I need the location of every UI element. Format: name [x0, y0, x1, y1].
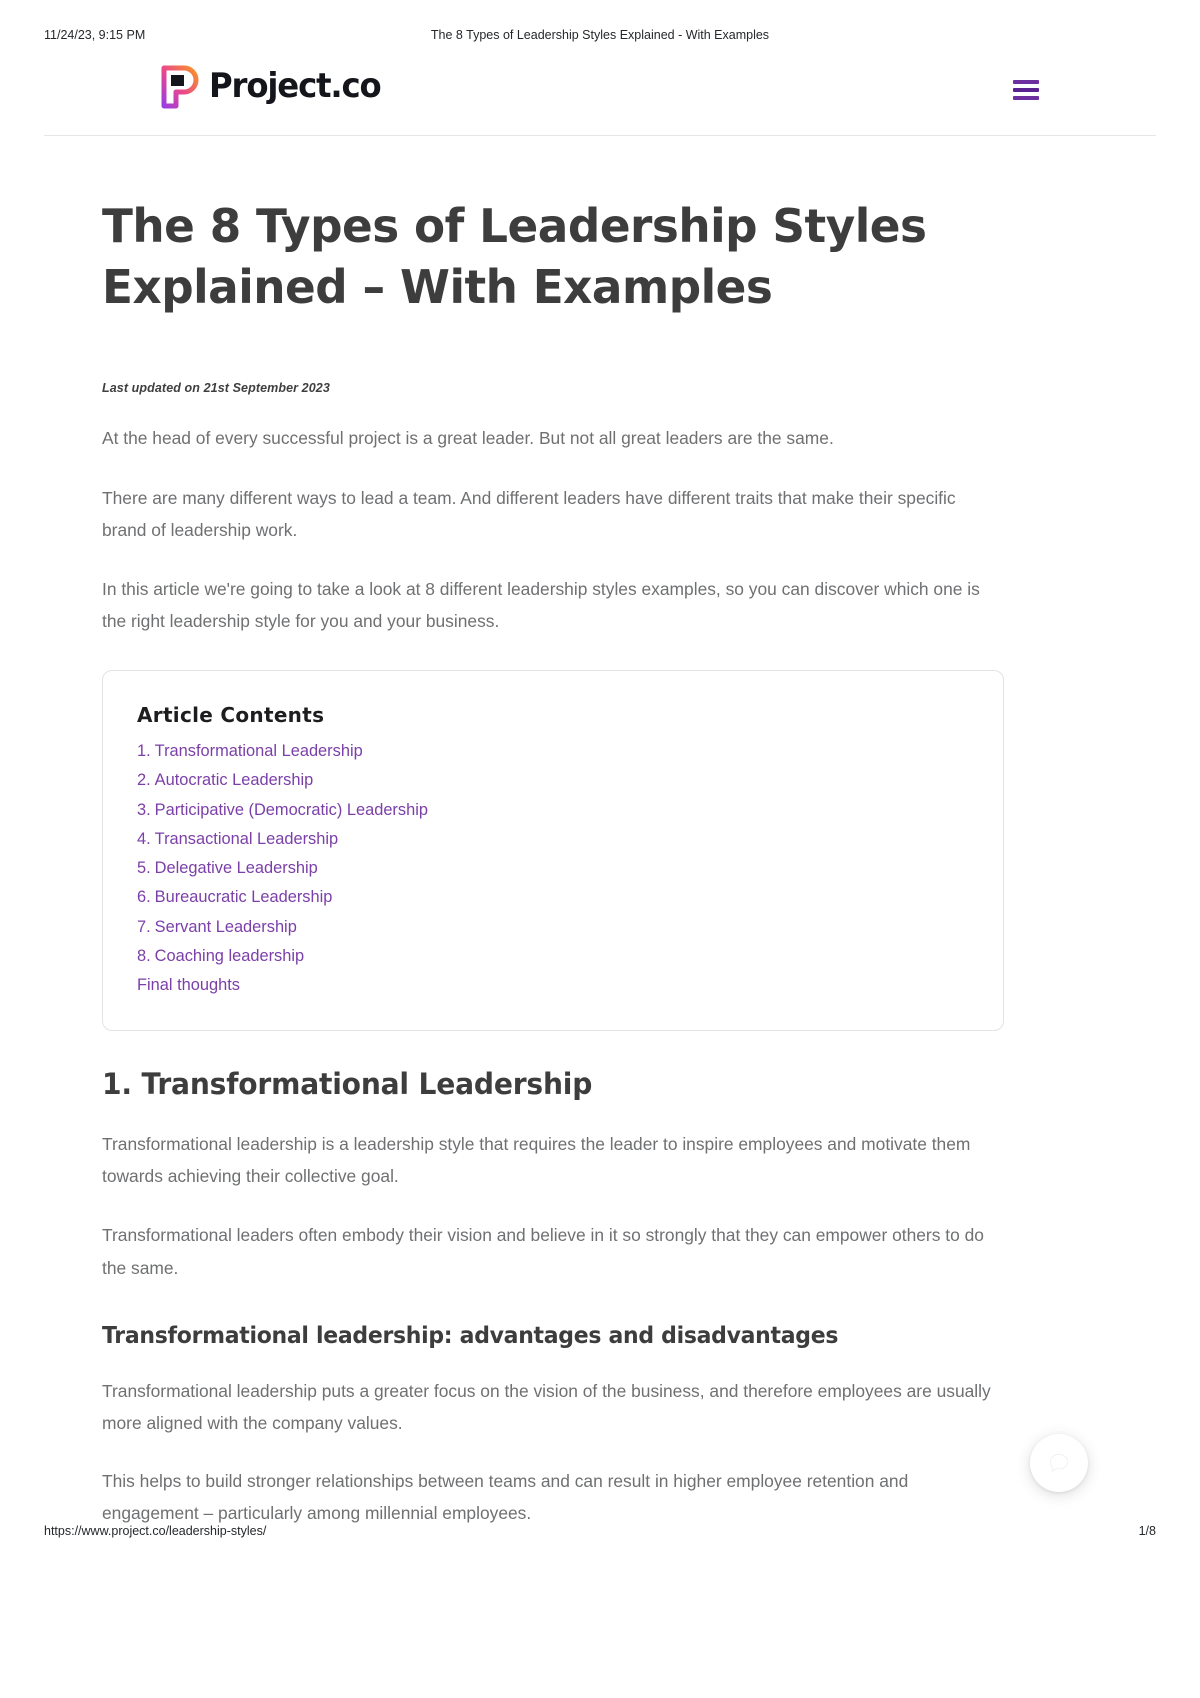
list-item[interactable]: 6. Bureaucratic Leadership [137, 883, 969, 912]
toc-number: 1. [137, 742, 151, 761]
toc-link-5[interactable]: 5. Delegative Leadership [137, 859, 318, 877]
subsection-paragraph-1: Transformational leadership puts a great… [102, 1380, 991, 1434]
toc-link-6[interactable]: 6. Bureaucratic Leadership [137, 888, 332, 906]
list-item[interactable]: 7. Servant Leadership [137, 913, 969, 942]
toc-number: 8. [137, 946, 151, 965]
hamburger-bar-1 [1013, 80, 1039, 84]
article-contents-list: 1. Transformational Leadership 2. Autocrat… [137, 737, 969, 1000]
toc-label: Coaching leadership [154, 946, 305, 965]
toc-link-7[interactable]: 7. Servant Leadership [137, 918, 297, 936]
subsection-paragraph-2: This helps to build stronger relationshi… [102, 1471, 909, 1524]
page-title: The 8 Types of Leadership Styles Explain… [102, 199, 927, 315]
subsection-heading-advantages-disadvantages: Transformational leadership: advantages … [102, 1322, 839, 1349]
intro-paragraph-1: At the head of every successful project … [102, 428, 834, 449]
list-item[interactable]: 5. Delegative Leadership [137, 854, 969, 883]
toc-number: 3. [137, 800, 151, 819]
print-footer-page-number: 1/8 [1138, 1524, 1156, 1538]
list-item[interactable]: 2. Autocratic Leadership [137, 766, 969, 795]
toc-label: Delegative Leadership [154, 859, 318, 878]
toc-number: 4. [137, 829, 151, 848]
toc-number: 2. [137, 771, 151, 790]
list-item[interactable]: 3. Participative (Democratic) Leadership [137, 796, 969, 825]
toc-label: Autocratic Leadership [154, 771, 314, 790]
toc-link-final-thoughts[interactable]: Final thoughts [137, 976, 240, 994]
toc-label: Servant Leadership [154, 917, 297, 936]
toc-link-2[interactable]: 2. Autocratic Leadership [137, 771, 313, 789]
intro-paragraph-2: There are many different ways to lead a … [102, 487, 956, 540]
toc-number: 5. [137, 859, 151, 878]
toc-label: Transformational Leadership [154, 742, 363, 761]
list-item[interactable]: 8. Coaching leadership [137, 942, 969, 971]
toc-number: 6. [137, 888, 151, 907]
toc-label: Participative (Democratic) Leadership [154, 800, 428, 819]
chat-widget-button[interactable] [1030, 1434, 1088, 1492]
toc-link-4[interactable]: 4. Transactional Leadership [137, 830, 338, 848]
project-co-p-mark-icon [160, 62, 200, 110]
toc-label: Final thoughts [137, 975, 240, 994]
site-header: Project.co [44, 58, 1156, 136]
section-heading-transformational: 1. Transformational Leadership [102, 1067, 593, 1102]
print-footer-url: https://www.project.co/leadership-styles… [44, 1524, 267, 1538]
chat-bubble-icon [1048, 1452, 1070, 1474]
toc-link-1[interactable]: 1. Transformational Leadership [137, 742, 363, 760]
toc-number: 7. [137, 917, 151, 936]
toc-link-3[interactable]: 3. Participative (Democratic) Leadership [137, 801, 428, 819]
brand-logo[interactable]: Project.co [160, 62, 390, 110]
toc-link-8[interactable]: 8. Coaching leadership [137, 947, 304, 965]
article-contents-box: Article Contents 1. Transformational Lead… [102, 670, 1004, 1032]
list-item[interactable]: 1. Transformational Leadership [137, 737, 969, 766]
brand-name: Project.co [209, 66, 382, 106]
toc-label: Transactional Leadership [154, 829, 339, 848]
hamburger-bar-2 [1013, 88, 1039, 92]
article-body: The 8 Types of Leadership Styles Explain… [102, 196, 1004, 1530]
last-updated-date: Last updated on 21st September 2023 [102, 381, 330, 396]
intro-paragraph-3: In this article we're going to take a lo… [102, 578, 980, 632]
article-contents-heading: Article Contents [137, 703, 325, 728]
hamburger-menu-icon[interactable] [1013, 80, 1039, 100]
section-paragraph-1: Transformational leadership is a leaders… [102, 1134, 971, 1187]
list-item[interactable]: Final thoughts [137, 971, 969, 1000]
section-paragraph-2: Transformational leaders often embody th… [102, 1225, 984, 1278]
print-header-title: The 8 Types of Leadership Styles Explain… [430, 28, 770, 42]
list-item[interactable]: 4. Transactional Leadership [137, 825, 969, 854]
toc-label: Bureaucratic Leadership [154, 888, 333, 907]
hamburger-bar-3 [1013, 96, 1039, 100]
